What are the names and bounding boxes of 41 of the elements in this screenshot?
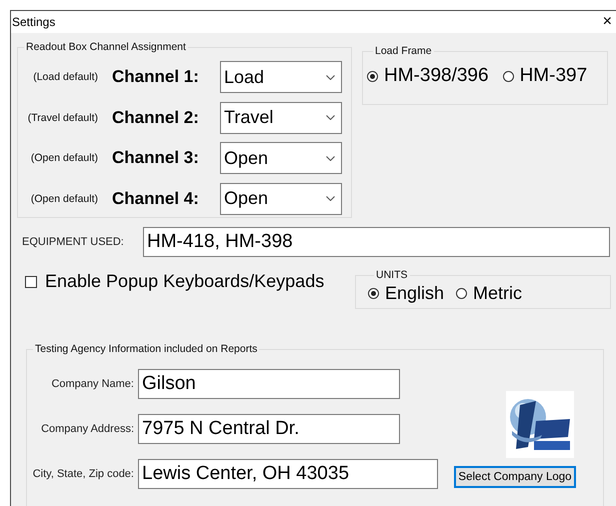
default-note: (Open default) (30, 152, 98, 164)
radio-button[interactable] (502, 70, 514, 82)
group-title: Testing Agency Information included on Reports (34, 343, 258, 355)
radio-option[interactable]: HM-398/396 (367, 65, 489, 87)
radio-button[interactable] (368, 288, 379, 299)
select-logo-button[interactable]: Select Company Logo (454, 466, 576, 488)
chevron-down-icon (326, 156, 335, 160)
chevron-down-icon (326, 196, 335, 201)
chevron-down-icon (326, 115, 335, 120)
text-field[interactable]: Lewis Center, OH 43035 (138, 459, 438, 489)
equipment-field[interactable]: HM-418, HM-398 (143, 227, 610, 257)
close-button[interactable]: × (598, 14, 616, 30)
default-note: (Open default) (30, 192, 98, 204)
default-note: (Travel default) (26, 112, 98, 124)
channel-dropdown[interactable]: Open (220, 182, 342, 214)
field-label: City, State, Zip code: (32, 468, 134, 480)
radio-option[interactable]: Metric (456, 283, 522, 304)
text-field[interactable]: Gilson (138, 369, 400, 399)
field-label: Company Name: (50, 378, 134, 390)
chevron-down-icon (326, 74, 335, 80)
text-field[interactable]: 7975 N Central Dr. (138, 414, 400, 444)
checkbox-option[interactable]: Enable Popup Keyboards/Keypads (25, 271, 355, 292)
channel-dropdown[interactable]: Travel (220, 102, 342, 134)
equipment-label: EQUIPMENT USED: (22, 236, 125, 248)
radio-option[interactable]: English (368, 283, 444, 304)
channel-dropdown[interactable]: Open (220, 142, 342, 174)
radio-button[interactable] (456, 288, 468, 299)
channel-label: Channel 2: (112, 108, 200, 128)
group-title: Readout Box Channel Assignment (25, 41, 187, 53)
default-note: (Load default) (32, 71, 98, 83)
group-title: UNITS (375, 269, 408, 281)
radio-button[interactable] (367, 70, 378, 82)
channel-label: Channel 4: (112, 188, 200, 208)
group-title: Load Frame (374, 45, 433, 57)
field-label: Company Address: (40, 423, 134, 435)
radio-option[interactable]: HM-397 (502, 65, 588, 87)
window-title: Settings (12, 15, 56, 29)
checkbox[interactable] (25, 276, 37, 288)
channel-label: Channel 1: (112, 67, 200, 87)
channel-label: Channel 3: (112, 148, 200, 168)
channel-dropdown[interactable]: Load (220, 61, 342, 93)
